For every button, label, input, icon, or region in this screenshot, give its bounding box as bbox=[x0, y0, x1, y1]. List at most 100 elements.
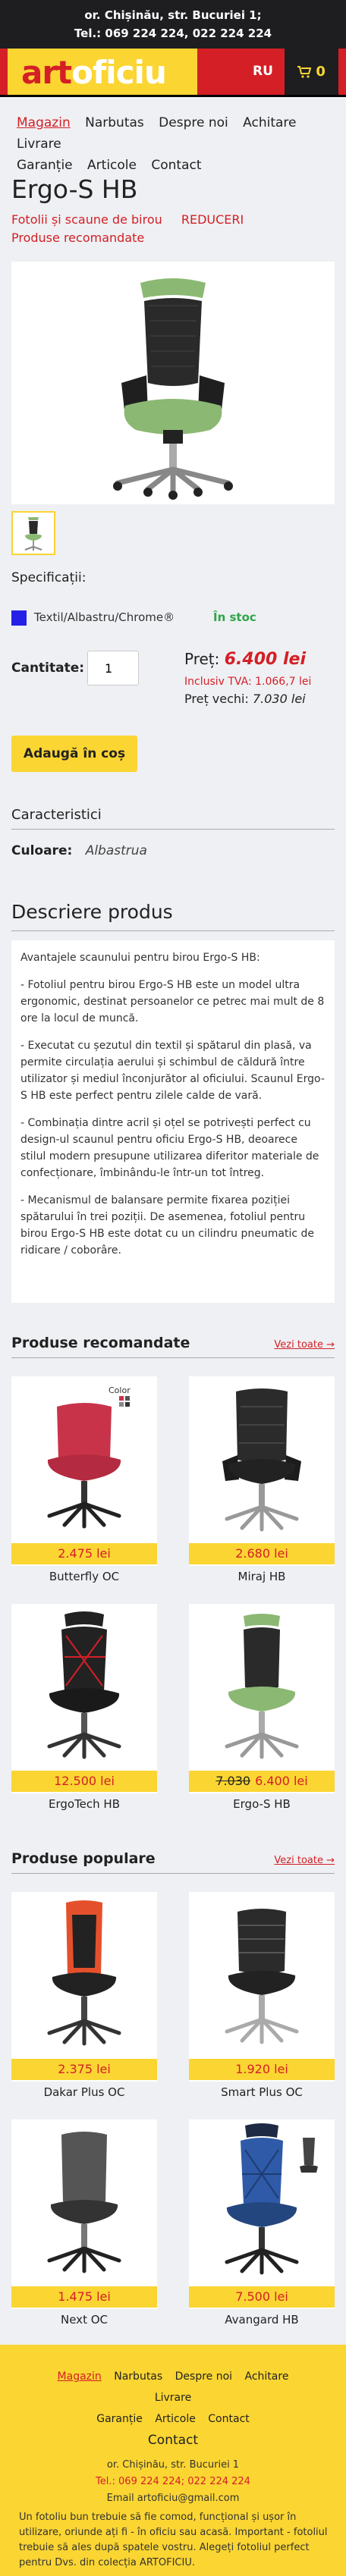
product-price: 1.475 lei bbox=[11, 2286, 157, 2308]
logo[interactable]: artoficiu bbox=[21, 53, 167, 93]
characteristic-label: Culoare: bbox=[11, 843, 73, 858]
footer-address: or. Chișinău, str. Bucuriei 1 bbox=[106, 2459, 240, 2471]
chair-image bbox=[113, 278, 233, 500]
vat-text: Inclusiv TVA: 1.066,7 lei bbox=[184, 676, 312, 688]
footer-nav-garantie[interactable]: Garanție bbox=[96, 2413, 143, 2425]
category-link[interactable]: Fotolii și scaune de birou bbox=[11, 212, 162, 227]
footer-nav: Magazin Narbutas Despre noi Achitare Liv… bbox=[0, 2366, 346, 2430]
footer-nav-livrare[interactable]: Livrare bbox=[155, 2392, 191, 2404]
product-card-image: Color bbox=[11, 1376, 157, 1543]
specifications-label: Specificații: bbox=[11, 570, 86, 585]
product-name[interactable]: Ergo-S HB bbox=[189, 1793, 335, 1816]
nav-articole[interactable]: Articole bbox=[87, 158, 137, 173]
popular-title: Produse populare bbox=[11, 1850, 156, 1867]
nav-achitare[interactable]: Achitare bbox=[243, 115, 296, 130]
characteristic-row: Culoare: Albastrua bbox=[11, 843, 147, 858]
product-old-price: 7.030 bbox=[215, 1774, 251, 1788]
description-heading: Descriere produs bbox=[11, 901, 335, 931]
color-badge: Color bbox=[109, 1385, 131, 1395]
description-paragraph: - Mecanismul de balansare permite fixare… bbox=[20, 1194, 314, 1257]
footer-phones[interactable]: Tel.: 069 224 224; 022 224 224 bbox=[0, 2474, 346, 2490]
product-name[interactable]: Butterfly OC bbox=[11, 1566, 157, 1589]
recommended-heading: Produse recomandate Vezi toate → bbox=[11, 1335, 335, 1358]
footer-nav-magazin[interactable]: Magazin bbox=[58, 2370, 102, 2383]
product-name[interactable]: ErgoTech HB bbox=[11, 1793, 157, 1816]
footer-nav-contact[interactable]: Contact bbox=[208, 2413, 249, 2425]
language-switch[interactable]: RU bbox=[253, 64, 273, 79]
nav-garantie[interactable]: Garanție bbox=[17, 158, 73, 173]
product-card[interactable]: 7.500 lei Avangard HB bbox=[189, 2119, 335, 2332]
variant-name: Textil/Albastru/Chrome® bbox=[34, 610, 175, 624]
price-label: Preț: bbox=[184, 650, 220, 668]
address-text: or. Chișinău, str. Bucuriei 1; bbox=[84, 8, 262, 22]
product-card[interactable]: 1.920 lei Smart Plus OC bbox=[189, 1892, 335, 2104]
current-price: Preț: 6.400 lei bbox=[184, 649, 336, 670]
product-card[interactable]: Color 2.475 lei Butterfly OC bbox=[11, 1376, 157, 1589]
quantity-label: Cantitate: bbox=[11, 660, 85, 676]
product-card-image bbox=[189, 2119, 335, 2286]
cart-icon bbox=[297, 64, 312, 80]
thumbnail-chair-image bbox=[24, 517, 42, 551]
description-paragraph: - Fotoliul pentru birou Ergo-S HB este u… bbox=[20, 979, 325, 1024]
product-name[interactable]: Dakar Plus OC bbox=[11, 2082, 157, 2104]
product-price: 2.375 lei bbox=[11, 2059, 157, 2080]
old-price-label: Preț vechi: bbox=[184, 692, 249, 706]
variant-option[interactable]: Textil/Albastru/Chrome® În stoc bbox=[11, 607, 335, 629]
product-name[interactable]: Miraj HB bbox=[189, 1566, 335, 1589]
product-thumbnail[interactable] bbox=[11, 511, 55, 555]
nav-despre-noi[interactable]: Despre noi bbox=[159, 115, 228, 130]
site-header: artoficiu RU 0 bbox=[0, 49, 346, 97]
footer-email[interactable]: Email artoficiu@gmail.com bbox=[0, 2490, 346, 2507]
price-block: Preț: 6.400 lei Inclusiv TVA: 1.066,7 le… bbox=[184, 649, 336, 708]
nav-contact[interactable]: Contact bbox=[151, 158, 201, 173]
product-card-image bbox=[189, 1892, 335, 2059]
product-name[interactable]: Next OC bbox=[11, 2309, 157, 2332]
main-nav: Magazin Narbutas Despre noi Achitare Liv… bbox=[17, 112, 335, 176]
add-to-cart-button[interactable]: Adaugă în coș bbox=[11, 736, 137, 772]
nav-magazin[interactable]: Magazin bbox=[17, 115, 71, 130]
product-card[interactable]: 2.375 lei Dakar Plus OC bbox=[11, 1892, 157, 2104]
cart-button[interactable]: 0 bbox=[285, 49, 338, 95]
nav-narbutas[interactable]: Narbutas bbox=[85, 115, 144, 130]
quantity-input[interactable] bbox=[87, 651, 139, 686]
popular-heading: Produse populare Vezi toate → bbox=[11, 1850, 335, 1874]
nav-livrare[interactable]: Livrare bbox=[17, 136, 61, 152]
product-price: 7.500 lei bbox=[189, 2286, 335, 2308]
color-swatch[interactable] bbox=[11, 610, 27, 626]
see-all-popular-link[interactable]: Vezi toate → bbox=[274, 1855, 335, 1866]
product-image[interactable] bbox=[11, 262, 335, 504]
footer-nav-achitare[interactable]: Achitare bbox=[245, 2370, 289, 2383]
cart-count: 0 bbox=[316, 64, 326, 80]
description-paragraph: - Combinația dintre acril și oțel se pot… bbox=[20, 1117, 319, 1179]
logo-part-2: oficiu bbox=[71, 54, 167, 91]
site-footer: Magazin Narbutas Despre noi Achitare Liv… bbox=[0, 2345, 346, 2576]
product-new-price: 6.400 lei bbox=[255, 1774, 308, 1788]
logo-area[interactable]: artoficiu bbox=[8, 49, 197, 95]
product-price: 7.030 6.400 lei bbox=[189, 1771, 335, 1792]
product-card[interactable]: 2.680 lei Miraj HB bbox=[189, 1376, 335, 1589]
product-card[interactable]: 1.475 lei Next OC bbox=[11, 2119, 157, 2332]
product-card-image bbox=[189, 1604, 335, 1771]
recommended-title: Produse recomandate bbox=[11, 1335, 190, 1351]
product-name[interactable]: Avangard HB bbox=[189, 2309, 335, 2332]
characteristic-value: Albastrua bbox=[85, 843, 147, 858]
phones-text[interactable]: Tel.: 069 224 224, 022 224 224 bbox=[0, 24, 346, 42]
footer-contact-title: Contact bbox=[147, 2433, 199, 2448]
footer-nav-narbutas[interactable]: Narbutas bbox=[114, 2370, 162, 2383]
old-price-value: 7.030 lei bbox=[252, 692, 306, 706]
product-card-image bbox=[11, 1604, 157, 1771]
product-price: 2.680 lei bbox=[189, 1543, 335, 1564]
product-name[interactable]: Smart Plus OC bbox=[189, 2082, 335, 2104]
see-all-recommended-link[interactable]: Vezi toate → bbox=[274, 1339, 335, 1351]
product-title: Ergo-S HB bbox=[11, 174, 138, 204]
product-card[interactable]: 7.030 6.400 lei Ergo-S HB bbox=[189, 1604, 335, 1816]
product-card-image bbox=[11, 1892, 157, 2059]
description-paragraph: Avantajele scaunului pentru birou Ergo-S… bbox=[20, 952, 260, 964]
category-link[interactable]: Produse recomandate bbox=[11, 231, 144, 245]
product-card-image bbox=[189, 1376, 335, 1543]
footer-nav-articole[interactable]: Articole bbox=[155, 2413, 195, 2425]
category-link[interactable]: REDUCERI bbox=[181, 212, 244, 227]
product-card[interactable]: 12.500 lei ErgoTech HB bbox=[11, 1604, 157, 1816]
footer-nav-despre-noi[interactable]: Despre noi bbox=[175, 2370, 232, 2383]
description-box: Avantajele scaunului pentru birou Ergo-S… bbox=[11, 940, 335, 1303]
